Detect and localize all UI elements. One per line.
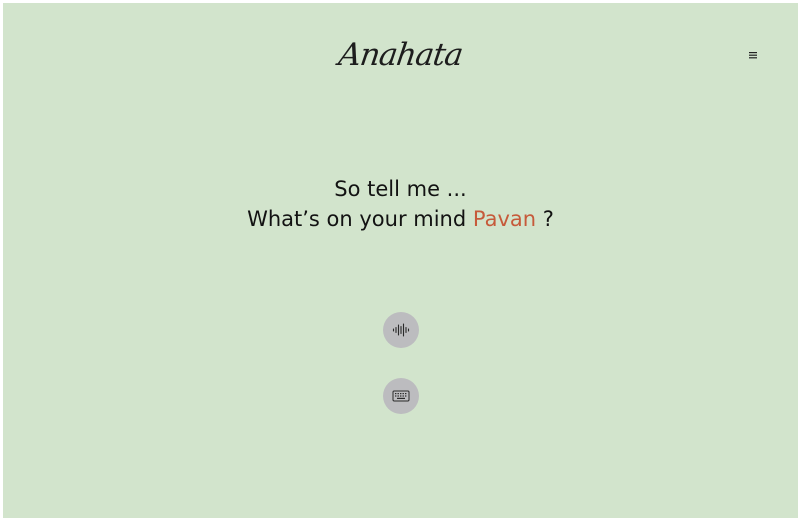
prompt-heading: So tell me ... What’s on your mind Pavan… [3,174,798,234]
voice-input-button[interactable] [383,312,419,348]
app-logo: Anahata [336,37,465,73]
prompt-line-2: What’s on your mind Pavan ? [3,204,798,234]
prompt-question: What’s on your mind [247,207,467,231]
menu-button[interactable] [745,47,761,63]
prompt-line-1: So tell me ... [334,177,467,201]
keyboard-icon [392,390,410,402]
keyboard-input-button[interactable] [383,378,419,414]
app-screen: Anahata So tell me ... What’s on your mi… [3,3,798,518]
user-name: Pavan [472,207,537,231]
audio-waveform-icon [392,323,410,337]
hamburger-menu-icon [749,52,757,59]
prompt-question-mark: ? [542,207,554,231]
